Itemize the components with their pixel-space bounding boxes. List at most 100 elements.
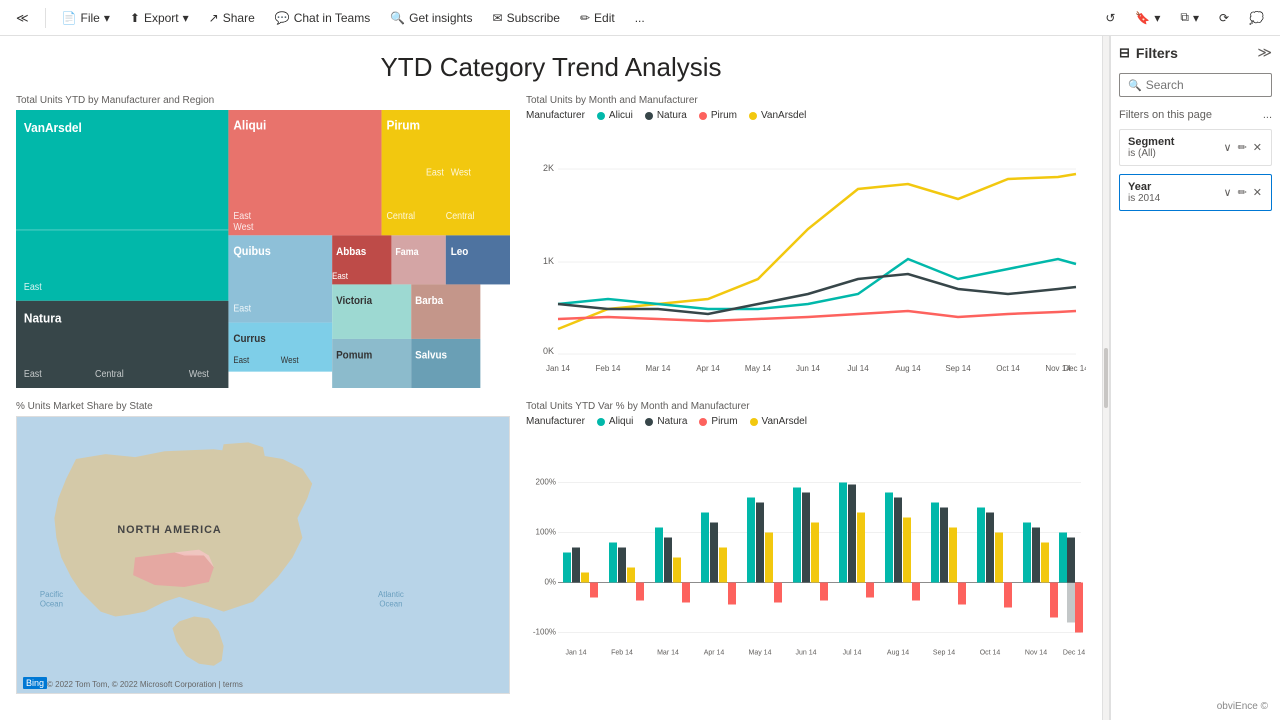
bar-chart-label: Total Units YTD Var % by Month and Manuf… [526, 401, 1086, 412]
scroll-handle[interactable] [1104, 348, 1108, 408]
more-button[interactable]: ... [627, 7, 653, 29]
svg-text:2K: 2K [543, 163, 554, 173]
legend-label-alicui: Alicui [609, 110, 633, 121]
svg-text:May 14: May 14 [745, 364, 772, 373]
svg-text:Abbas: Abbas [336, 247, 366, 259]
bar-legend-label-pirum: Pirum [711, 416, 737, 427]
subscribe-label: Subscribe [507, 11, 560, 25]
subscribe-icon: ✉ [493, 11, 503, 25]
treemap-cell-victoria[interactable] [332, 284, 411, 339]
legend-label-pirum: Pirum [711, 110, 737, 121]
bar-legend-dot-vanarsdel [750, 418, 758, 426]
bar-legend-pirum[interactable]: Pirum [699, 416, 737, 427]
filter-card-year[interactable]: Year is 2014 ∨ ✏ ✕ [1119, 174, 1272, 211]
svg-text:Jul 14: Jul 14 [843, 650, 862, 657]
bookmark-button[interactable]: 🔖▾ [1127, 7, 1168, 29]
filter-year-expand-button[interactable]: ∨ [1223, 185, 1233, 200]
svg-text:East: East [233, 303, 251, 313]
legend-pirum[interactable]: Pirum [699, 110, 737, 121]
filter-segment-value: is (All) [1128, 148, 1174, 159]
svg-text:West: West [451, 167, 471, 177]
export-label: Export [144, 11, 179, 25]
legend-vanarsdel[interactable]: VanArsdel [749, 110, 806, 121]
legend-alicui[interactable]: Alicui [597, 110, 633, 121]
svg-text:Jun 14: Jun 14 [796, 364, 821, 373]
comment-button[interactable]: 💭 [1241, 7, 1272, 29]
legend-natura[interactable]: Natura [645, 110, 687, 121]
svg-text:East: East [332, 271, 348, 281]
treemap-cell-salvus[interactable] [411, 339, 480, 388]
filter-search-input[interactable] [1146, 78, 1263, 92]
nav-back-button[interactable]: ≪ [8, 7, 37, 29]
svg-text:Jan 14: Jan 14 [546, 364, 571, 373]
svg-text:Central: Central [446, 211, 475, 221]
filters-header: ⊟ Filters ≫ [1119, 44, 1272, 61]
svg-text:200%: 200% [536, 478, 556, 487]
svg-text:1K: 1K [543, 256, 554, 266]
svg-text:Pacific: Pacific [40, 590, 63, 599]
svg-text:Ocean: Ocean [379, 600, 402, 609]
insights-label: Get insights [409, 11, 472, 25]
subscribe-button[interactable]: ✉ Subscribe [485, 7, 568, 29]
filter-segment-expand-button[interactable]: ∨ [1223, 140, 1233, 155]
window-icon: ⧉ [1180, 10, 1189, 25]
treemap-cell-pomum[interactable] [332, 339, 411, 388]
filters-on-page-more[interactable]: ... [1263, 109, 1272, 121]
bar-legend-natura[interactable]: Natura [645, 416, 687, 427]
file-icon: 📄 [62, 11, 77, 25]
share-button[interactable]: ↗ Share [201, 7, 263, 29]
line-alicui [558, 259, 1076, 309]
treemap-cell-vanarsdel[interactable] [16, 110, 228, 301]
toolbar: ≪ 📄 File ▾ ⬆ Export ▾ ↗ Share 💬 Chat in … [0, 0, 1280, 36]
export-button[interactable]: ⬆ Export ▾ [122, 7, 197, 29]
bar-legend-vanarsdel[interactable]: VanArsdel [750, 416, 807, 427]
window-button[interactable]: ⧉▾ [1172, 6, 1207, 29]
treemap-cell-leo[interactable] [446, 235, 510, 284]
bar-legend-label-vanarsdel: VanArsdel [762, 416, 807, 427]
bar-legend-label-aliqui: Aliqui [609, 416, 633, 427]
treemap-cell-barba[interactable] [411, 284, 480, 339]
svg-text:West: West [189, 369, 209, 379]
file-label: File [81, 11, 100, 25]
map-chart[interactable]: NORTH AMERICA Pacific Ocean Atlantic Oce… [16, 416, 510, 694]
line-chart-label: Total Units by Month and Manufacturer [526, 95, 1086, 106]
filter-year-edit-button[interactable]: ✏ [1237, 185, 1248, 200]
filter-segment-title: Segment [1128, 136, 1174, 148]
edit-button[interactable]: ✏ Edit [572, 7, 623, 29]
svg-text:Leo: Leo [451, 247, 469, 259]
chat-teams-button[interactable]: 💬 Chat in Teams [267, 7, 378, 29]
main-layout: YTD Category Trend Analysis Total Units … [0, 36, 1280, 720]
legend-label-natura: Natura [657, 110, 687, 121]
reset-button[interactable]: ⟳ [1211, 7, 1237, 29]
map-svg: NORTH AMERICA Pacific Ocean Atlantic Oce… [17, 417, 509, 693]
bing-logo-area: Bing [23, 677, 47, 689]
treemap-chart[interactable]: VanArsdel East Central West Central West… [16, 110, 510, 388]
file-button[interactable]: 📄 File ▾ [54, 7, 118, 29]
filter-search-box[interactable]: 🔍 [1119, 73, 1272, 97]
filters-expand-button[interactable]: ≫ [1257, 44, 1272, 61]
svg-text:Victoria: Victoria [336, 296, 372, 308]
svg-text:Currus: Currus [233, 334, 266, 346]
svg-text:-100%: -100% [533, 628, 556, 637]
get-insights-button[interactable]: 🔍 Get insights [382, 7, 480, 29]
chat-teams-label: Chat in Teams [294, 11, 370, 25]
treemap-cell-fama[interactable] [391, 235, 445, 284]
svg-text:Sep 14: Sep 14 [945, 364, 971, 373]
search-icon: 🔍 [1128, 79, 1142, 92]
filter-card-segment[interactable]: Segment is (All) ∨ ✏ ✕ [1119, 129, 1272, 166]
svg-text:0%: 0% [544, 578, 556, 587]
refresh-button[interactable]: ↺ [1097, 7, 1123, 29]
filter-segment-clear-button[interactable]: ✕ [1252, 140, 1263, 155]
bar-legend-dot-natura [645, 418, 653, 426]
svg-text:East: East [426, 167, 444, 177]
toolbar-separator-1 [45, 8, 46, 28]
filter-year-clear-button[interactable]: ✕ [1252, 185, 1263, 200]
treemap-container: Total Units YTD by Manufacturer and Regi… [8, 91, 518, 397]
svg-text:Aliqui: Aliqui [233, 118, 266, 133]
bar-legend-aliqui[interactable]: Aliqui [597, 416, 633, 427]
svg-text:East: East [24, 281, 42, 291]
svg-text:East: East [233, 211, 251, 221]
filter-year-title: Year [1128, 181, 1160, 193]
filters-title-text: Filters [1136, 45, 1178, 61]
filter-segment-edit-button[interactable]: ✏ [1237, 140, 1248, 155]
